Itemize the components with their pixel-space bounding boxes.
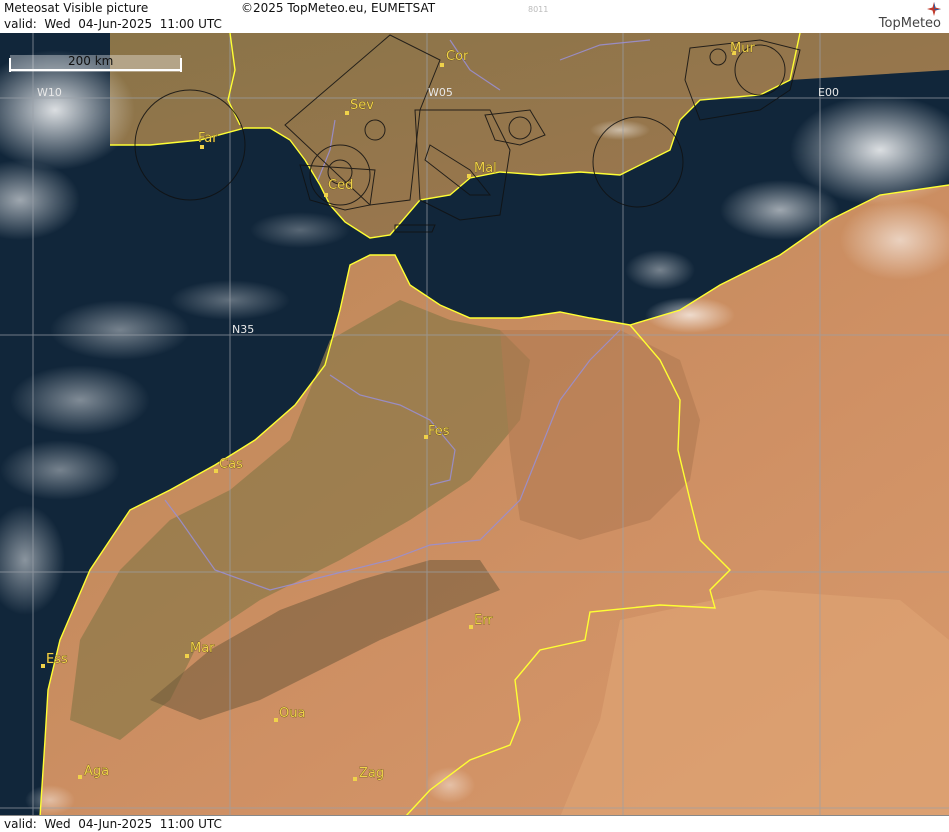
topmeteo-logo[interactable]: TopMeteo xyxy=(879,16,941,31)
city-label-aga[interactable]: Aga xyxy=(84,764,110,780)
city-label-err[interactable]: Err xyxy=(474,613,494,629)
city-label-mar[interactable]: Mar xyxy=(190,641,216,657)
grid-label-w05: W05 xyxy=(428,86,453,99)
satellite-image: 200 km W10 W05 E00 N35 Cor Mur Sev Far C… xyxy=(0,33,949,817)
city-label-cas[interactable]: Cas xyxy=(219,457,244,473)
satellite-map-view: Meteosat Visible picture ©2025 TopMeteo.… xyxy=(0,0,949,832)
grid-label-w10: W10 xyxy=(37,86,62,99)
map-title: Meteosat Visible picture xyxy=(4,1,149,15)
city-label-cor[interactable]: Cor xyxy=(446,49,470,65)
grid-label-n35: N35 xyxy=(232,323,254,336)
city-label-oua[interactable]: Oua xyxy=(279,706,306,722)
city-label-zag[interactable]: Zag xyxy=(359,766,385,782)
compass-logo-icon xyxy=(927,2,941,16)
header-bar: Meteosat Visible picture ©2025 TopMeteo.… xyxy=(0,0,949,34)
scale-bar-label: 200 km xyxy=(68,54,113,68)
city-label-ess[interactable]: Ess xyxy=(46,652,69,668)
valid-time: valid: Wed 04-Jun-2025 11:00 UTC xyxy=(4,17,222,31)
copyright-text: ©2025 TopMeteo.eu, EUMETSAT xyxy=(241,1,436,15)
footer-valid-time: valid: Wed 04-Jun-2025 11:00 UTC xyxy=(4,817,222,831)
footer-bar: valid: Wed 04-Jun-2025 11:00 UTC xyxy=(0,815,949,832)
city-label-ced[interactable]: Ced xyxy=(328,178,354,194)
city-label-mur[interactable]: Mur xyxy=(730,41,756,57)
image-code: 8011 xyxy=(528,5,549,14)
grid-label-e00: E00 xyxy=(818,86,839,99)
city-label-sev[interactable]: Sev xyxy=(350,98,375,114)
city-label-fes[interactable]: Fes xyxy=(428,424,450,440)
city-label-far[interactable]: Far xyxy=(198,131,219,147)
city-label-mal[interactable]: Mal xyxy=(474,161,497,177)
scale-bar: 200 km xyxy=(9,54,182,72)
